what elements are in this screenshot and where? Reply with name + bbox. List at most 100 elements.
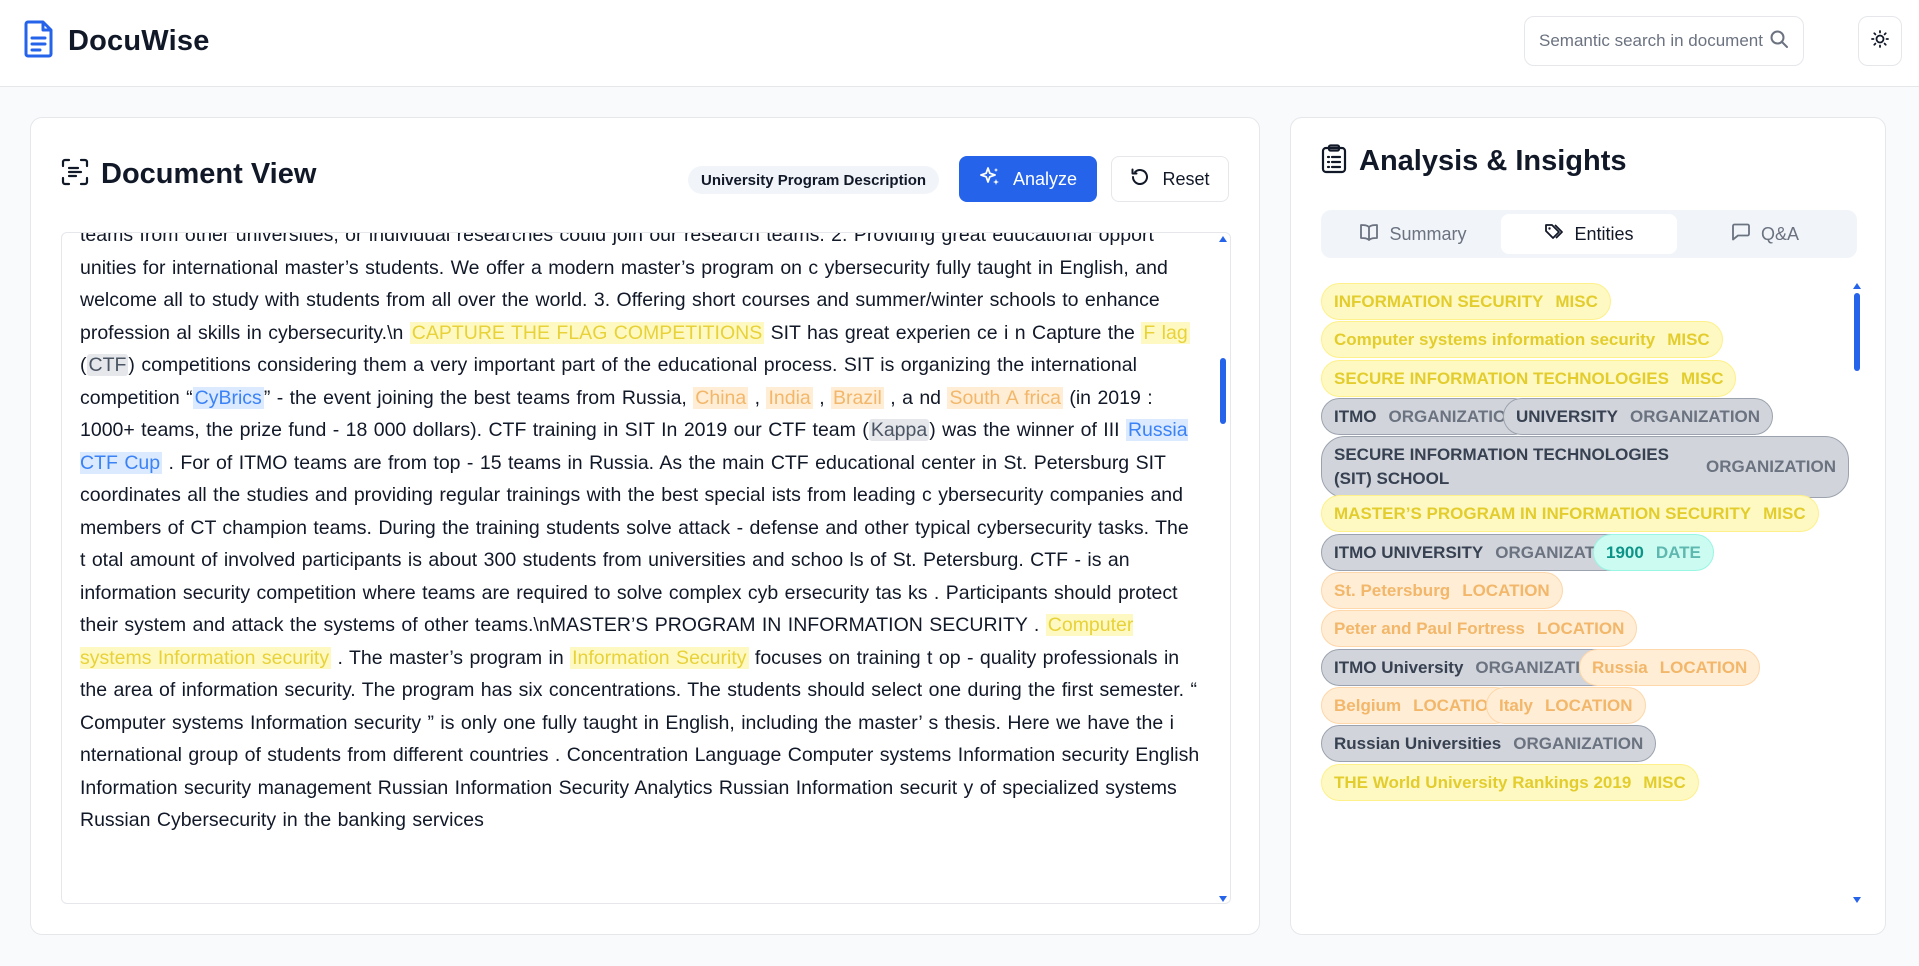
document-view-title: Document View <box>101 158 317 190</box>
entity-chip[interactable]: ITMO UNIVERSITY ORGANIZATION <box>1321 534 1639 571</box>
document-text-segment: focuses on training t op - quality profe… <box>80 646 1200 832</box>
entity-chip[interactable]: Russian Universities ORGANIZATION <box>1321 725 1657 762</box>
document-text-segment: . For of ITMO teams are from top - 15 te… <box>80 451 1189 637</box>
entities-scrollbar-thumb[interactable] <box>1854 293 1860 371</box>
entity-chip[interactable]: INFORMATION SECURITY MISC <box>1321 283 1611 320</box>
brand[interactable]: DocuWise <box>24 20 210 63</box>
entity-chip[interactable]: Italy LOCATION <box>1486 687 1646 724</box>
document-text-segment: ( <box>80 354 87 376</box>
document-view-card: Document View University Program Descrip… <box>30 117 1260 935</box>
document-text-segment: , <box>748 386 767 409</box>
entity-type: ORGANIZATION <box>1513 733 1644 753</box>
book-icon <box>1359 223 1379 246</box>
analyze-label: Analyze <box>1012 168 1078 189</box>
entity-name: THE World University Rankings 2019 <box>1334 772 1632 792</box>
search-box[interactable] <box>1524 16 1804 66</box>
tab-summary[interactable]: Summary <box>1325 214 1501 254</box>
entity-chip[interactable]: UNIVERSITY ORGANIZATION <box>1503 398 1774 435</box>
entity-name: INFORMATION SECURITY <box>1334 291 1544 311</box>
document-scrollbar[interactable] <box>1219 236 1227 904</box>
highlighted-entity[interactable]: F lag <box>1141 321 1190 344</box>
entity-chip[interactable]: St. Petersburg LOCATION <box>1321 572 1563 609</box>
entity-type: ORGANIZATION <box>1706 457 1837 476</box>
entity-chip[interactable]: Russia LOCATION <box>1579 649 1761 686</box>
entity-name: Belgium <box>1334 695 1402 715</box>
insights-tabs: Summary Entities Q&A <box>1321 210 1857 258</box>
entity-type: LOCATION <box>1536 618 1625 638</box>
insights-title: Analysis & Insights <box>1359 145 1627 177</box>
highlighted-entity[interactable]: Brazil <box>831 386 884 409</box>
entity-name: ITMO UNIVERSITY <box>1334 542 1484 562</box>
entity-name: UNIVERSITY <box>1516 406 1619 426</box>
top-bar: DocuWise <box>0 0 1919 87</box>
entity-type: MISC <box>1643 772 1686 792</box>
highlighted-entity[interactable]: Information Security <box>570 646 749 669</box>
entity-type: LOCATION <box>1659 657 1748 677</box>
entity-chip[interactable]: Peter and Paul Fortress LOCATION <box>1321 610 1638 647</box>
entity-type: MISC <box>1680 368 1724 388</box>
entity-chip[interactable]: ITMO ORGANIZATION <box>1321 398 1532 435</box>
document-type-badge: University Program Description <box>688 166 940 194</box>
entity-type: MISC <box>1667 329 1710 349</box>
highlighted-entity[interactable]: China <box>693 386 749 409</box>
rotate-ccw-icon <box>1130 167 1150 192</box>
entity-type: ORGANIZATION <box>1630 406 1761 426</box>
tab-qa[interactable]: Q&A <box>1677 214 1853 254</box>
entity-chip[interactable]: Computer systems information security MIS… <box>1321 321 1723 358</box>
entity-chip[interactable]: MASTER’S PROGRAM IN INFORMATION SECURITY… <box>1321 495 1819 532</box>
reset-button[interactable]: Reset <box>1111 156 1229 202</box>
entities-scrollbar[interactable] <box>1853 283 1861 905</box>
highlighted-entity[interactable]: India <box>766 386 813 409</box>
analyze-button[interactable]: Analyze <box>959 156 1097 202</box>
entity-chip[interactable]: 1900 DATE <box>1593 534 1714 571</box>
document-text-segment: ” - the event joining the best teams fro… <box>263 386 694 409</box>
entity-name: MASTER’S PROGRAM IN INFORMATION SECURITY <box>1334 503 1752 523</box>
tab-qa-label: Q&A <box>1760 223 1799 244</box>
highlighted-entity[interactable]: South A frica <box>947 386 1063 409</box>
search-input[interactable] <box>1539 31 1769 51</box>
entity-name: Computer systems information security <box>1334 329 1656 349</box>
entity-type: MISC <box>1555 291 1598 311</box>
entity-type: DATE <box>1655 542 1701 562</box>
document-text-segment: . The master’s program in <box>331 646 571 669</box>
entity-name: Russian Universities <box>1334 733 1502 753</box>
entities-scroll-up-icon[interactable] <box>1853 283 1861 289</box>
document-text-segment: , a nd <box>883 386 948 409</box>
reset-label: Reset <box>1162 168 1210 189</box>
document-text-segment: SIT has great experien ce i n Capture th… <box>764 321 1142 344</box>
entity-chip[interactable]: ITMO University ORGANIZATION <box>1321 649 1619 686</box>
tab-entities[interactable]: Entities <box>1501 214 1677 254</box>
entity-name: Peter and Paul Fortress <box>1334 618 1525 638</box>
entity-type: MISC <box>1763 503 1806 523</box>
entity-type: LOCATION <box>1462 580 1550 600</box>
entity-chip[interactable]: SECURE INFORMATION TECHNOLOGIES (SIT) SC… <box>1321 436 1850 498</box>
entity-name: St. Petersburg <box>1334 580 1451 600</box>
entities-scroll-down-icon[interactable] <box>1853 897 1861 903</box>
insights-header: Analysis & Insights <box>1321 144 1627 179</box>
entity-name: 1900 <box>1606 542 1644 562</box>
scan-text-icon <box>61 158 89 191</box>
scroll-up-arrow-icon[interactable] <box>1219 236 1227 242</box>
tab-entities-label: Entities <box>1574 223 1634 244</box>
message-icon <box>1731 223 1751 246</box>
highlighted-entity[interactable]: CAPTURE THE FLAG COMPETITIONS <box>409 321 765 344</box>
tag-icon <box>1544 223 1564 246</box>
highlighted-entity[interactable]: CyBrics <box>192 386 264 409</box>
entity-chip[interactable]: SECURE INFORMATION TECHNOLOGIES MISC <box>1321 360 1737 397</box>
scroll-down-arrow-icon[interactable] <box>1219 896 1227 902</box>
entities-list: INFORMATION SECURITY MISC Computer systems… <box>1321 283 1851 903</box>
entity-name: Russia <box>1592 657 1648 677</box>
highlighted-entity[interactable]: CTF <box>86 354 129 376</box>
entity-chip[interactable]: THE World University Rankings 2019 MISC <box>1321 764 1699 801</box>
document-text: teams from other universities, or indivi… <box>80 233 1200 837</box>
entity-name: ITMO <box>1334 406 1377 426</box>
scrollbar-thumb[interactable] <box>1220 358 1226 424</box>
tab-summary-label: Summary <box>1389 223 1467 244</box>
highlighted-entity[interactable]: Kappa <box>868 419 930 441</box>
document-text-viewer[interactable]: teams from other universities, or indivi… <box>61 232 1231 904</box>
entity-name: SECURE INFORMATION TECHNOLOGIES (SIT) SC… <box>1334 445 1669 488</box>
entity-chip[interactable]: Belgium LOCATION <box>1321 687 1514 724</box>
sun-icon <box>1871 29 1889 53</box>
search-icon[interactable] <box>1769 29 1789 54</box>
theme-toggle-button[interactable] <box>1858 16 1902 66</box>
